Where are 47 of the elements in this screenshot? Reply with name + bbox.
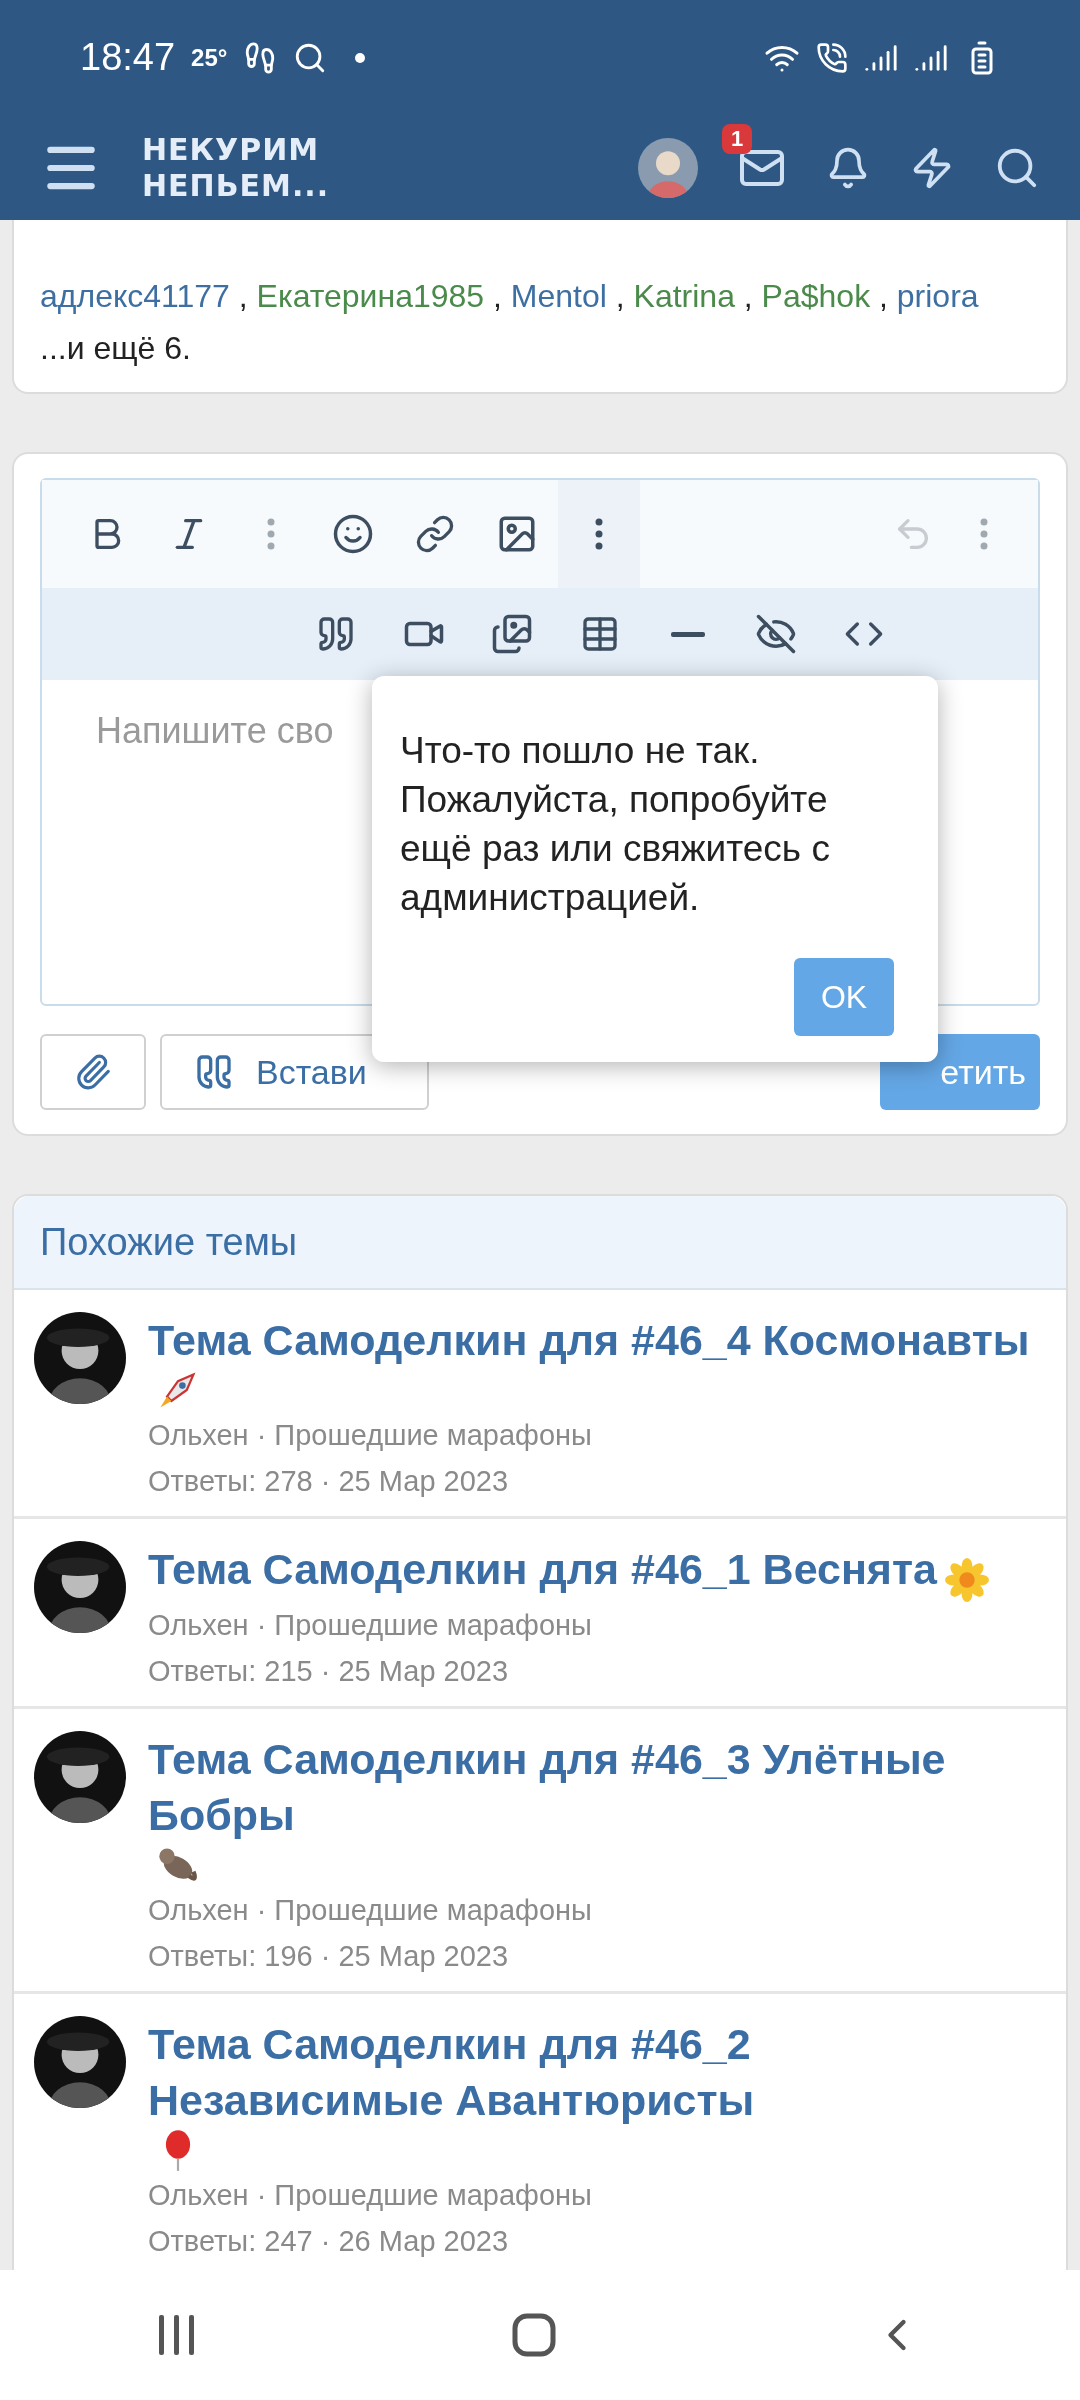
thread-meta: Ольхен · Прошедшие марафоны [148, 1418, 593, 1453]
site-logo[interactable]: НЕКУРИМ НЕПЬЕМ... [142, 131, 330, 204]
images-icon [491, 613, 533, 655]
flower-icon [944, 1557, 989, 1602]
thread-stats: Ответы: 278 · 25 Мар 2023 [148, 1464, 510, 1499]
separator: , [237, 278, 249, 314]
thread-stats: Ответы: 196 · 25 Мар 2023 [148, 1938, 510, 1974]
separator: , [742, 278, 754, 314]
user-link[interactable]: адлекс41177 [40, 278, 230, 314]
link-icon [415, 514, 455, 554]
thread-title[interactable]: Тема Самоделкин для #46_1 Веснята [148, 1541, 937, 1597]
temperature: 25° [191, 43, 228, 72]
thread-meta: Ольхен · Прошедшие марафоны [148, 2177, 593, 2213]
section-title: Похожие темы [14, 1196, 1066, 1290]
minus-icon [671, 631, 705, 637]
notification-dot [355, 52, 366, 63]
thread-title[interactable]: Тема Самоделкин для #46_4 Космонавты [148, 1312, 1030, 1368]
more-users-text: ...и ещё 6. [40, 330, 191, 366]
table-icon [580, 614, 620, 654]
user-link[interactable]: Pa$hok [761, 278, 871, 314]
quote-icon [316, 614, 356, 654]
thread-meta: Ольхен · Прошедшие марафоны [148, 1892, 593, 1928]
separator: , [614, 278, 626, 314]
smiley-icon [332, 513, 374, 555]
user-link[interactable]: priora [896, 278, 979, 314]
dots-icon [980, 518, 988, 550]
unread-badge: 1 [722, 123, 753, 154]
quote-icon [194, 1052, 234, 1092]
eye-off-icon [755, 613, 797, 655]
error-message: Что-то пошло не так. Пожалуйста, попробуйте ещё раз или свяжитесь с администрацией. [400, 729, 831, 920]
insert-quotes-button[interactable]: Встави [160, 1034, 429, 1110]
dots-icon [267, 518, 275, 550]
separator: , [878, 278, 889, 314]
thread-stats: Ответы: 247 · 26 Мар 2023 [148, 2223, 510, 2259]
separator: , [492, 278, 503, 314]
thread-meta: Ольхен · Прошедшие марафоны [148, 1607, 593, 1643]
thread-title[interactable]: Тема Самоделкин для #46_3 Улётные Бобры [148, 1730, 1046, 1843]
call-icon [816, 41, 848, 74]
user-link[interactable]: Екатерина1985 [256, 278, 485, 314]
user-link[interactable]: Katrina [633, 278, 735, 314]
attach-button[interactable] [40, 1034, 146, 1110]
status-time: 18:47 [80, 36, 176, 79]
thread-title[interactable]: Тема Самоделкин для #46_2 Независимые Авантюристы [148, 2015, 1046, 2128]
paperclip-icon [74, 1053, 112, 1091]
user-link[interactable]: Mentol [510, 278, 607, 314]
thread-stats: Ответы: 215 · 25 Мар 2023 [148, 1653, 510, 1689]
dots-icon [595, 518, 603, 550]
